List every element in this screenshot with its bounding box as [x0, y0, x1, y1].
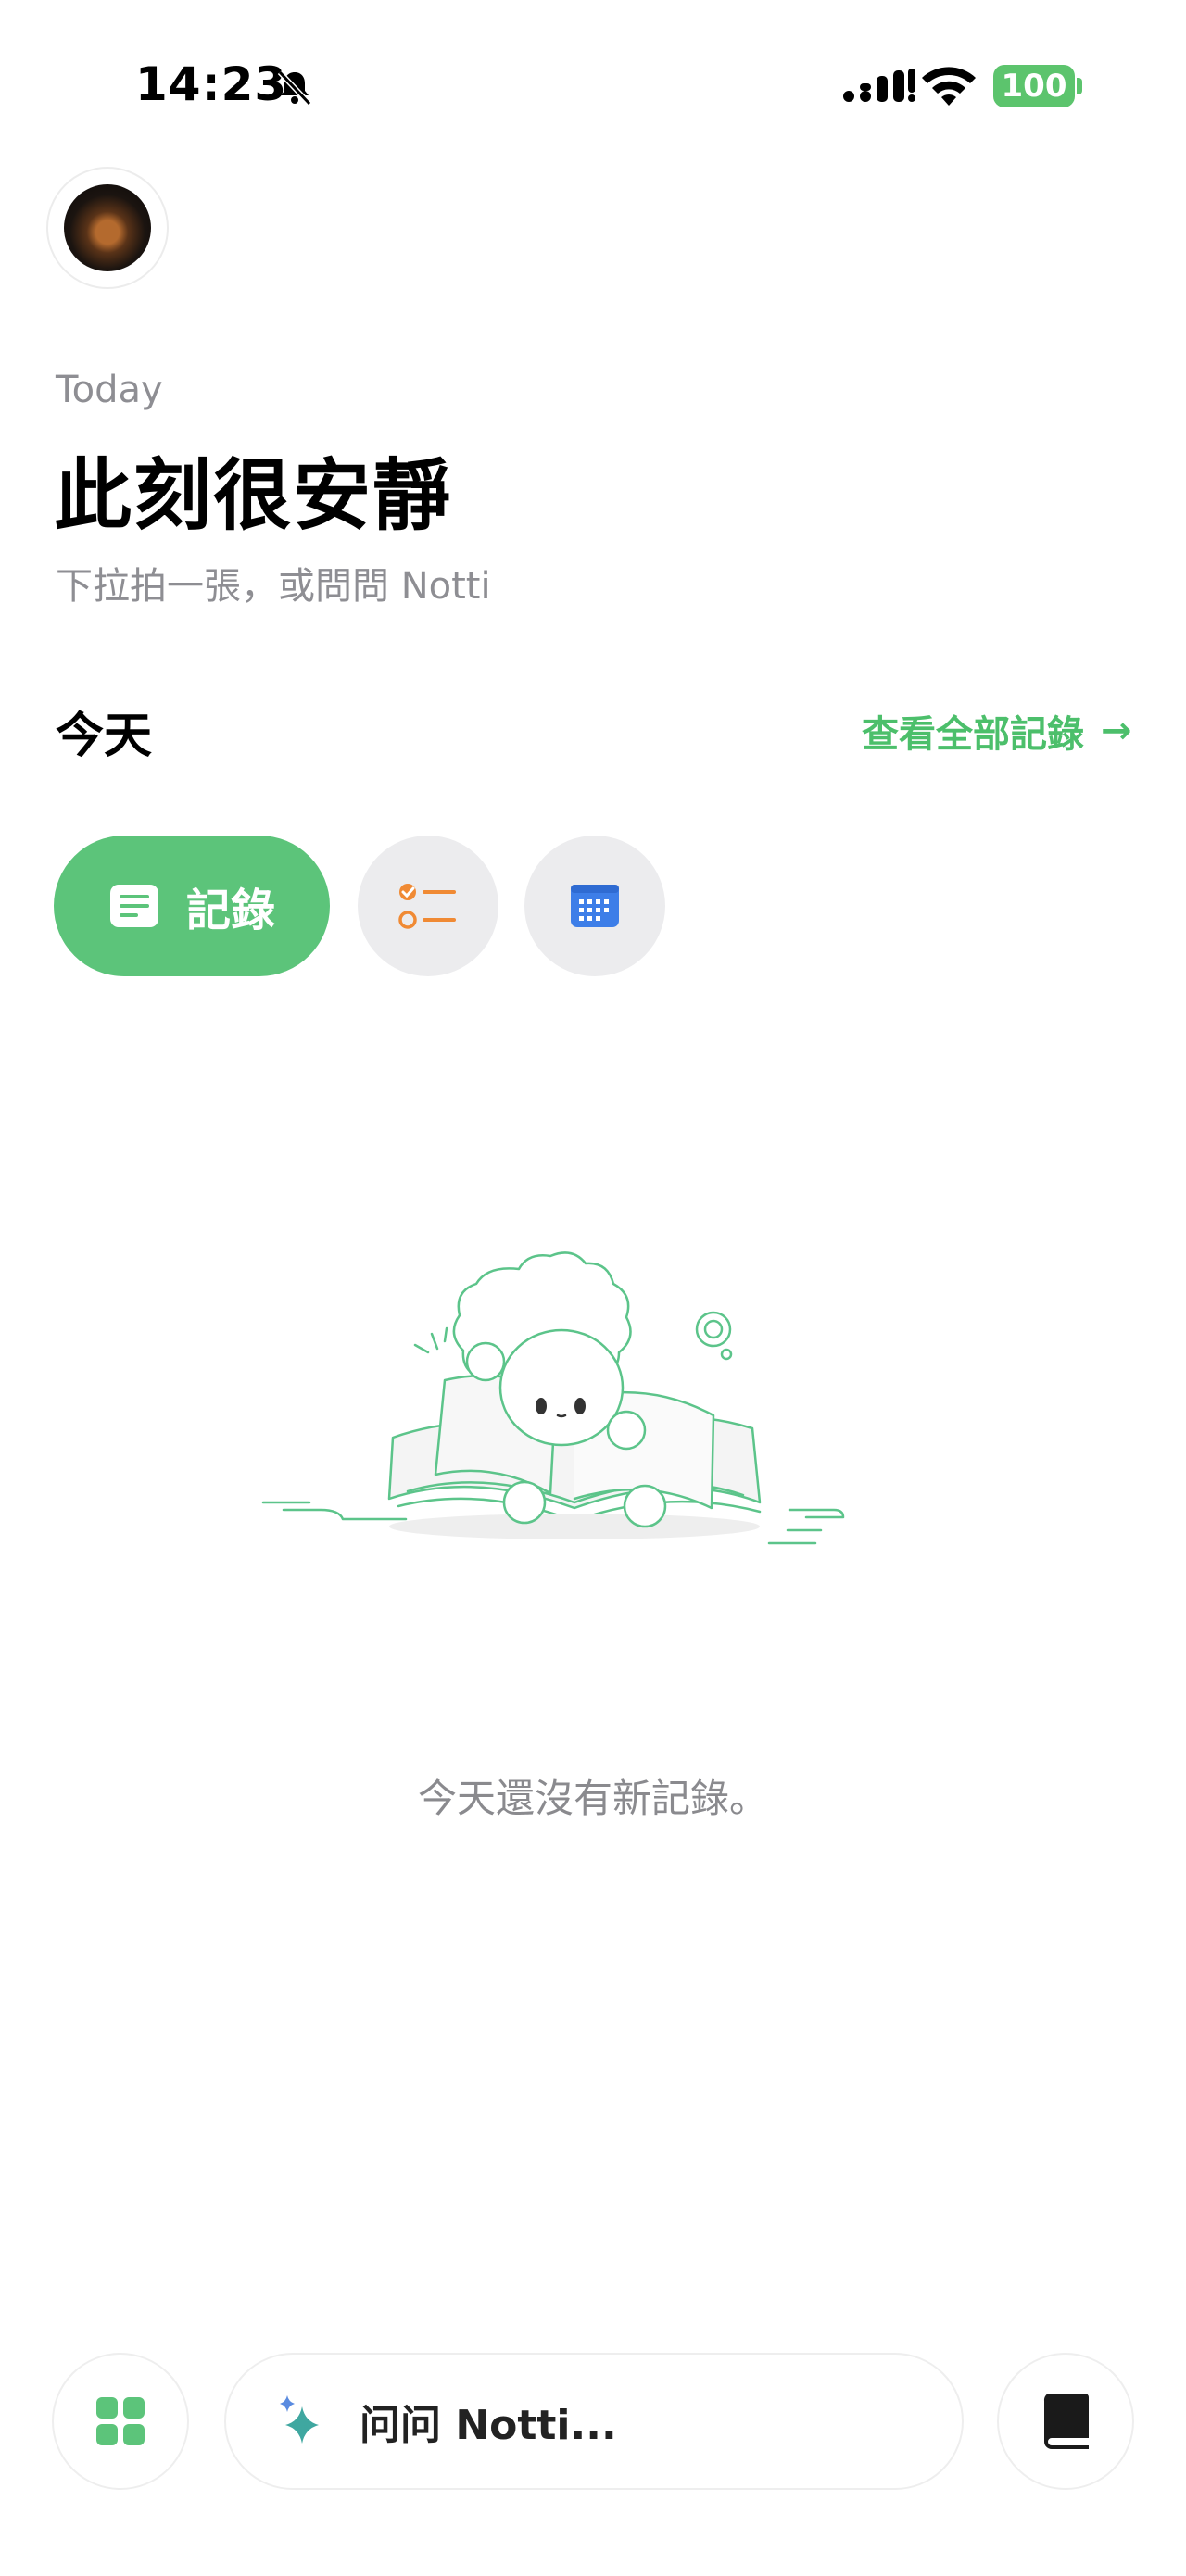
- date-label: Today: [56, 369, 163, 411]
- calendar-icon: [571, 885, 619, 927]
- battery-nub: [1077, 78, 1082, 94]
- view-all-records-link[interactable]: 查看全部記錄 →: [862, 704, 1132, 758]
- status-time: 14:23: [135, 57, 288, 111]
- ask-notti-placeholder: 问问 Notti...: [360, 2402, 617, 2449]
- sparkle-icon: [280, 2395, 319, 2444]
- filter-records-button[interactable]: 記錄: [54, 836, 330, 976]
- arrow-right-icon: →: [1101, 710, 1132, 752]
- apps-grid-button[interactable]: [52, 2353, 189, 2490]
- grid-icon: [96, 2397, 145, 2445]
- filter-records-label: 記錄: [185, 885, 275, 936]
- wifi-icon: [922, 67, 976, 106]
- page-title: 此刻很安靜: [54, 450, 453, 541]
- section-title: 今天: [56, 709, 153, 764]
- bell-slash-icon: [277, 69, 312, 107]
- notebook-button[interactable]: [997, 2353, 1134, 2490]
- reading-robot-illustration: [261, 1251, 845, 1545]
- checklist-icon: [398, 884, 456, 929]
- avatar: [64, 184, 151, 271]
- filter-tasks-button[interactable]: [358, 836, 498, 976]
- signal-icon: [843, 69, 915, 102]
- page-subtitle: 下拉拍一張，或問問 Notti: [56, 565, 491, 608]
- note-icon: [109, 885, 158, 927]
- book-icon: [1043, 2394, 1089, 2449]
- filter-calendar-button[interactable]: [524, 836, 665, 976]
- battery-icon: 100: [993, 65, 1075, 107]
- empty-state-message: 今天還沒有新記錄。: [417, 1776, 768, 1821]
- ask-notti-input[interactable]: 问问 Notti...: [224, 2353, 964, 2490]
- profile-avatar-button[interactable]: [46, 167, 169, 289]
- view-all-label: 查看全部記錄: [862, 713, 1084, 756]
